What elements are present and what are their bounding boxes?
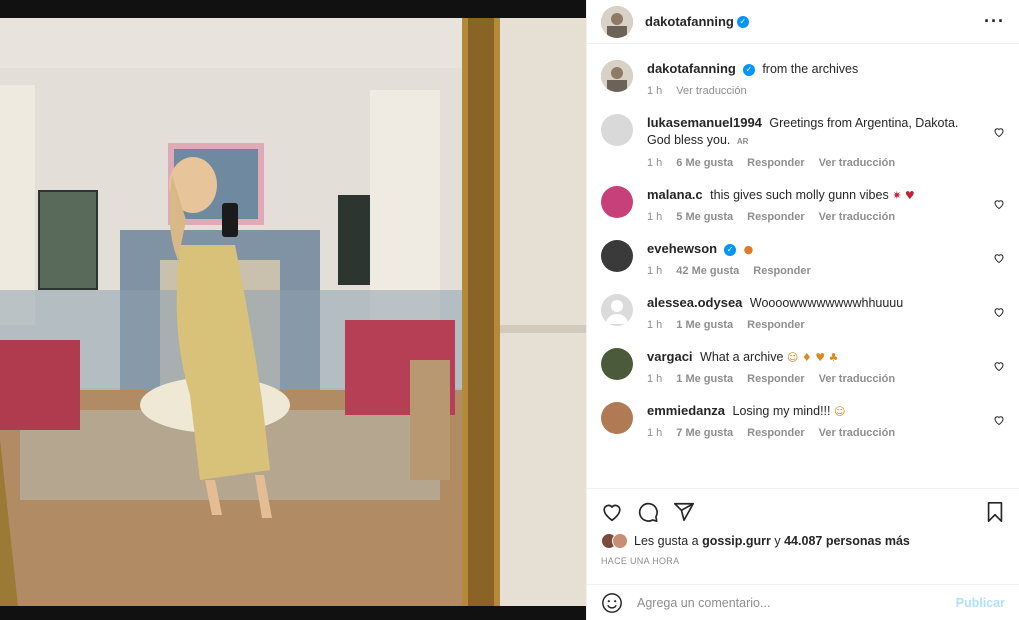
comment-heart-icon[interactable] bbox=[993, 414, 1005, 426]
commenter-username[interactable]: malana.c bbox=[647, 187, 703, 202]
comment-time: 1 h bbox=[647, 211, 663, 223]
translate-link[interactable]: Ver traducción bbox=[819, 427, 895, 439]
caption-text: from the archives bbox=[762, 62, 859, 76]
emoji-icon[interactable] bbox=[601, 592, 623, 614]
verified-badge-icon: ✓ bbox=[742, 63, 755, 76]
reply-button[interactable]: Responder bbox=[747, 211, 804, 223]
caption-username[interactable]: dakotafanning bbox=[647, 61, 736, 76]
comment-emoji: ✷ ♥ bbox=[892, 189, 915, 202]
publish-button[interactable]: Publicar bbox=[956, 596, 1005, 610]
commenter-username[interactable]: emmiedanza bbox=[647, 403, 725, 418]
commenter-avatar[interactable] bbox=[601, 348, 633, 380]
reply-button[interactable]: Responder bbox=[747, 157, 804, 169]
post-photo[interactable] bbox=[0, 0, 586, 620]
reply-button[interactable]: Responder bbox=[747, 319, 804, 331]
comment-emoji: ☺ ♦ ♥ ♣ bbox=[786, 351, 839, 364]
comment-row: evehewson ✓ ● 1 h 42 Me gusta Responder bbox=[601, 240, 1005, 277]
post-timestamp: HACE UNA HORA bbox=[601, 556, 680, 566]
add-comment-bar: Publicar bbox=[587, 584, 1019, 620]
likes-prefix: Les gusta a bbox=[634, 534, 699, 548]
comment-icon[interactable] bbox=[637, 501, 659, 523]
commenter-username[interactable]: lukasemanuel1994 bbox=[647, 115, 762, 130]
translate-link[interactable]: Ver traducción bbox=[819, 211, 895, 223]
mirror-selfie-image bbox=[0, 0, 586, 620]
country-tag: AR bbox=[736, 137, 749, 146]
comment-input[interactable] bbox=[637, 595, 956, 610]
likes-conj: y bbox=[774, 534, 781, 548]
comment-emoji: ☺ bbox=[833, 405, 846, 418]
author-avatar[interactable] bbox=[601, 5, 633, 38]
share-icon[interactable] bbox=[673, 501, 695, 523]
comment-text: this gives such molly gunn vibes bbox=[710, 188, 889, 202]
likes-others[interactable]: 44.087 personas más bbox=[784, 534, 910, 548]
reply-button[interactable]: Responder bbox=[747, 427, 804, 439]
bookmark-icon[interactable] bbox=[985, 501, 1005, 523]
comment-time: 1 h bbox=[647, 157, 663, 169]
comments-list[interactable]: dakotafanning ✓ from the archives 1 h Ver… bbox=[587, 44, 1019, 488]
post-side-panel: dakotafanning ✓ ··· dakotafanning ✓ from … bbox=[586, 0, 1019, 620]
comment-emoji: ● bbox=[743, 243, 754, 256]
author-avatar[interactable] bbox=[601, 60, 633, 92]
comment-heart-icon[interactable] bbox=[993, 198, 1005, 210]
caption-translate-link[interactable]: Ver traducción bbox=[676, 85, 746, 97]
post-header: dakotafanning ✓ ··· bbox=[587, 0, 1019, 44]
verified-badge-icon: ✓ bbox=[724, 243, 737, 256]
post-actions: Les gusta a gossip.gurr y 44.087 persona… bbox=[587, 488, 1019, 584]
verified-badge-icon: ✓ bbox=[736, 15, 749, 28]
commenter-avatar[interactable] bbox=[601, 186, 633, 218]
comment-text: What a archive bbox=[700, 350, 784, 364]
commenter-avatar[interactable] bbox=[601, 294, 633, 326]
comment-row: vargaci What a archive ☺ ♦ ♥ ♣ 1 h 1 Me … bbox=[601, 348, 1005, 385]
commenter-avatar[interactable] bbox=[601, 402, 633, 434]
reply-button[interactable]: Responder bbox=[753, 265, 810, 277]
liker-avatar bbox=[612, 533, 628, 549]
more-options-icon[interactable]: ··· bbox=[984, 11, 1005, 32]
heart-icon[interactable] bbox=[601, 501, 623, 523]
comment-heart-icon[interactable] bbox=[993, 306, 1005, 318]
commenter-username[interactable]: vargaci bbox=[647, 349, 693, 364]
comment-heart-icon[interactable] bbox=[993, 126, 1005, 138]
comment-row: lukasemanuel1994 Greetings from Argentin… bbox=[601, 114, 1005, 169]
comment-heart-icon[interactable] bbox=[993, 360, 1005, 372]
comment-time: 1 h bbox=[647, 319, 663, 331]
comment-likes[interactable]: 7 Me gusta bbox=[676, 427, 733, 439]
comment-likes[interactable]: 1 Me gusta bbox=[676, 319, 733, 331]
comment-heart-icon[interactable] bbox=[993, 252, 1005, 264]
commenter-username[interactable]: alessea.odysea bbox=[647, 295, 742, 310]
commenter-avatar[interactable] bbox=[601, 114, 633, 146]
likes-summary: Les gusta a gossip.gurr y 44.087 persona… bbox=[601, 533, 1005, 549]
translate-link[interactable]: Ver traducción bbox=[819, 157, 895, 169]
commenter-avatar[interactable] bbox=[601, 240, 633, 272]
comment-row: emmiedanza Losing my mind!!! ☺ 1 h 7 Me … bbox=[601, 402, 1005, 439]
translate-link[interactable]: Ver traducción bbox=[819, 373, 895, 385]
comment-likes[interactable]: 42 Me gusta bbox=[676, 265, 739, 277]
comment-likes[interactable]: 5 Me gusta bbox=[676, 211, 733, 223]
caption-time: 1 h bbox=[647, 85, 663, 97]
comment-time: 1 h bbox=[647, 265, 663, 277]
caption-row: dakotafanning ✓ from the archives 1 h Ver… bbox=[601, 60, 1005, 97]
comment-text: Woooowwwwwwwwhhuuuu bbox=[749, 296, 904, 310]
commenter-username[interactable]: evehewson bbox=[647, 241, 717, 256]
comment-row: malana.c this gives such molly gunn vibe… bbox=[601, 186, 1005, 223]
author-username[interactable]: dakotafanning bbox=[645, 14, 734, 29]
comment-text: Losing my mind!!! bbox=[732, 404, 831, 418]
comment-row: alessea.odysea Woooowwwwwwwwhhuuuu 1 h 1… bbox=[601, 294, 1005, 331]
comment-time: 1 h bbox=[647, 373, 663, 385]
liker-username[interactable]: gossip.gurr bbox=[702, 534, 771, 548]
comment-likes[interactable]: 6 Me gusta bbox=[676, 157, 733, 169]
reply-button[interactable]: Responder bbox=[747, 373, 804, 385]
comment-time: 1 h bbox=[647, 427, 663, 439]
comment-likes[interactable]: 1 Me gusta bbox=[676, 373, 733, 385]
